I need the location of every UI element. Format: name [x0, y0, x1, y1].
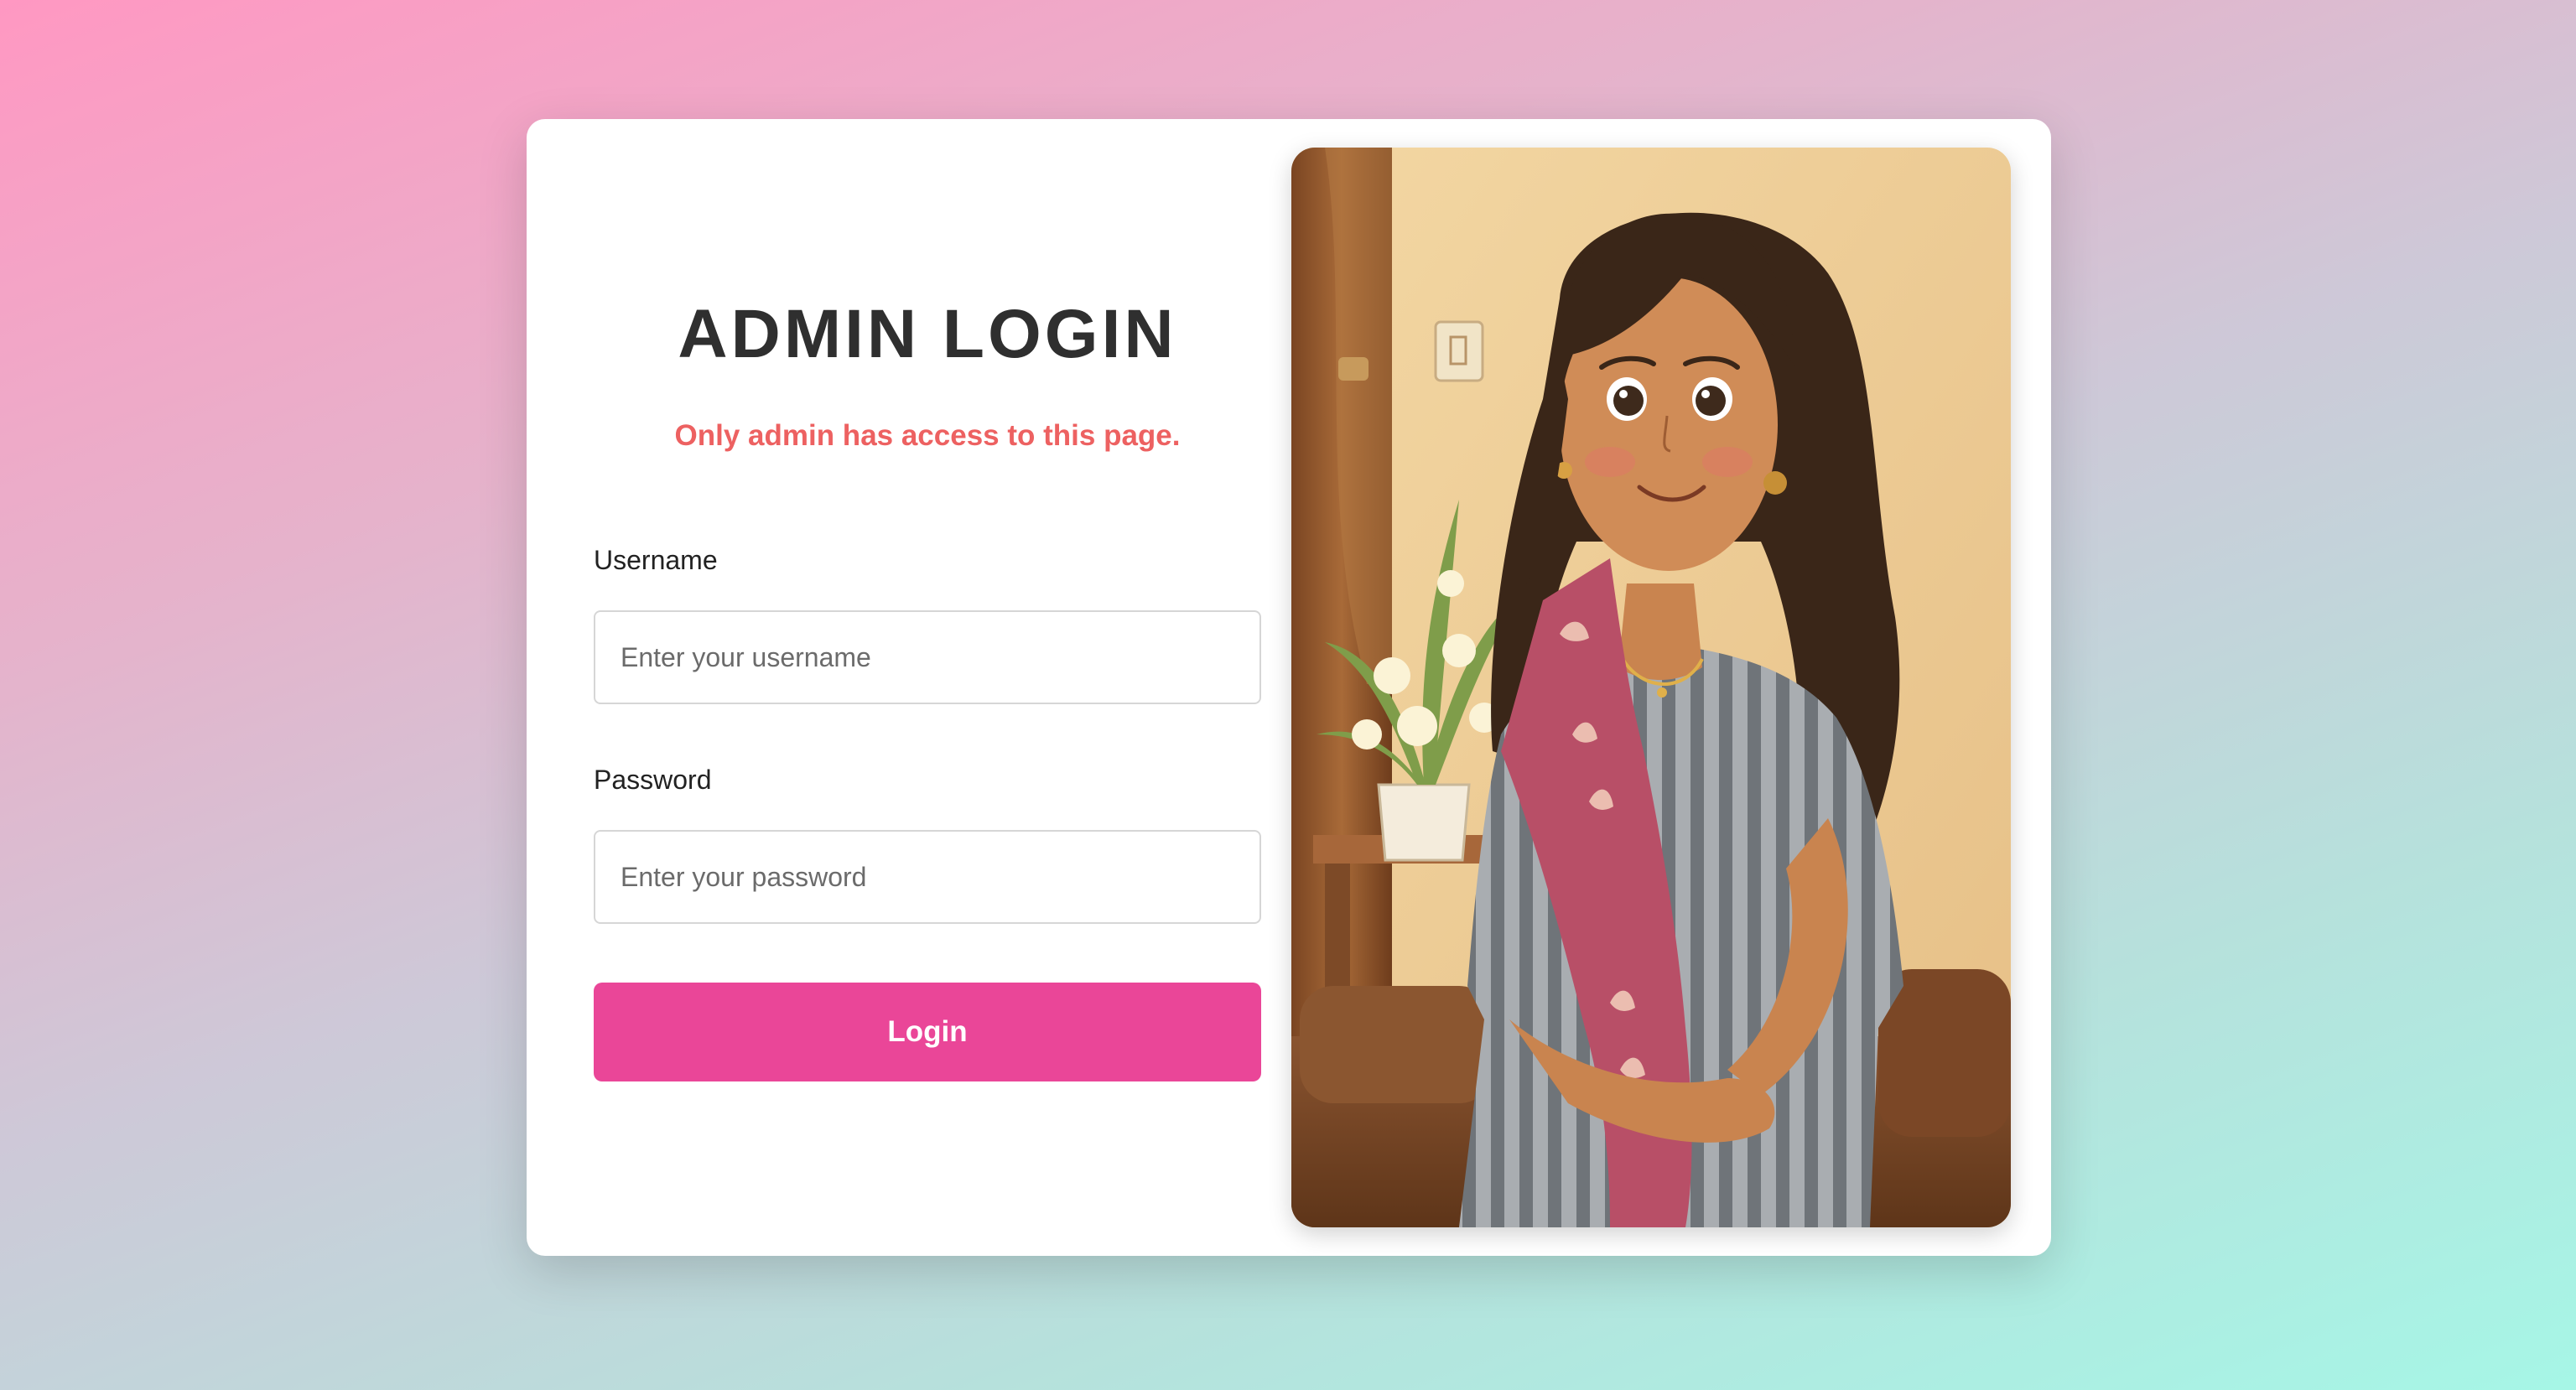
username-label: Username	[594, 545, 718, 575]
password-input[interactable]	[594, 830, 1261, 924]
portrait-image	[1291, 148, 2011, 1227]
login-form: ADMIN LOGIN Only admin has access to thi…	[594, 119, 1261, 1256]
login-card: ADMIN LOGIN Only admin has access to thi…	[527, 119, 2051, 1256]
admin-illustration	[1291, 148, 2011, 1227]
access-notice: Only admin has access to this page.	[674, 419, 1181, 452]
login-button[interactable]: Login	[594, 983, 1261, 1081]
username-input[interactable]	[594, 610, 1261, 704]
page-title: ADMIN LOGIN	[678, 296, 1177, 372]
password-label: Password	[594, 765, 712, 795]
